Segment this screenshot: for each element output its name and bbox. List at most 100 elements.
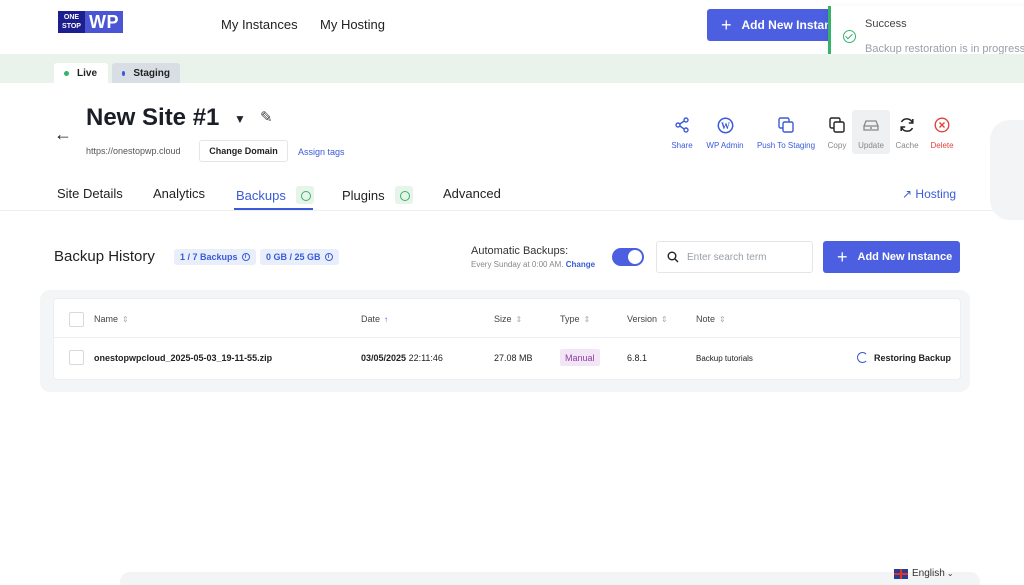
- update-label: Update: [858, 141, 884, 150]
- share-action[interactable]: Share: [670, 113, 694, 150]
- change-domain-button[interactable]: Change Domain: [199, 140, 288, 162]
- tab-site-details[interactable]: Site Details: [57, 186, 123, 201]
- column-header-type[interactable]: Type ⇕: [560, 314, 590, 324]
- delete-icon: [929, 113, 955, 137]
- plus-icon: +: [721, 15, 732, 35]
- sort-icon: ⇕: [583, 315, 591, 324]
- chevron-down-icon[interactable]: ▼: [234, 112, 246, 126]
- tab-plugins-label: Plugins: [342, 187, 385, 203]
- push-to-staging-label: Push To Staging: [756, 141, 816, 150]
- env-tab-live-label: Live: [77, 67, 98, 79]
- backup-date-day: 03/05/2025: [361, 353, 407, 363]
- push-icon: [756, 113, 816, 137]
- select-all-checkbox[interactable]: [69, 312, 84, 327]
- site-url[interactable]: https://onestopwp.cloud: [86, 146, 181, 156]
- site-title: New Site #1: [86, 104, 220, 131]
- column-date-label: Date: [361, 314, 381, 324]
- backup-type-badge: Manual: [560, 349, 600, 366]
- backup-count-label: 1 / 7 Backups: [180, 252, 238, 262]
- table-row-divider: [54, 337, 960, 338]
- automatic-backups-label: Automatic Backups:: [471, 245, 569, 257]
- restore-status: Restoring Backup: [857, 352, 951, 363]
- column-type-label: Type: [560, 314, 580, 324]
- column-header-date[interactable]: Date ↑: [361, 314, 388, 324]
- language-selector[interactable]: English ⌄: [894, 568, 954, 579]
- column-header-note[interactable]: Note ⇕: [696, 314, 726, 324]
- sort-icon: ⇕: [515, 315, 523, 324]
- add-new-instance-label: Add New Instance: [857, 251, 953, 263]
- check-circle-icon: [295, 186, 314, 204]
- schedule-text: Every Sunday at 0:00 AM.: [471, 260, 564, 269]
- copy-icon: [826, 113, 848, 137]
- side-panel-edge: [990, 120, 1024, 220]
- tab-backups[interactable]: Backups: [236, 186, 314, 204]
- language-label: English: [912, 568, 945, 579]
- sort-ascending-icon: ↑: [384, 315, 389, 324]
- column-version-label: Version: [627, 314, 658, 324]
- sort-icon: ⇕: [661, 315, 668, 324]
- uk-flag-icon: [894, 568, 908, 579]
- copy-action[interactable]: Copy: [826, 113, 848, 150]
- info-icon[interactable]: i: [324, 253, 333, 261]
- check-circle-icon: [843, 30, 856, 43]
- wp-admin-label: WP Admin: [706, 141, 744, 150]
- push-to-staging-action[interactable]: Push To Staging: [756, 113, 816, 150]
- logo-small-text: ONE STOP: [58, 11, 85, 33]
- toast-title: Success: [865, 18, 907, 30]
- automatic-backups-toggle[interactable]: [612, 248, 644, 266]
- check-circle-icon: [394, 186, 413, 204]
- staging-status-dot: [122, 70, 126, 76]
- add-new-instance-button[interactable]: + Add New Instance: [823, 241, 960, 273]
- automatic-backups-schedule: Every Sunday at 0:00 AM. Change: [471, 260, 595, 269]
- onestopwp-logo[interactable]: ONE STOP WP: [58, 11, 123, 33]
- plus-icon: +: [837, 247, 848, 267]
- row-checkbox[interactable]: [69, 350, 84, 365]
- sort-icon: ⇕: [122, 315, 129, 324]
- bottom-panel-edge: [120, 572, 980, 585]
- column-note-label: Note: [696, 314, 716, 324]
- backup-file-name: onestopwpcloud_2025-05-03_19-11-55.zip: [94, 353, 273, 363]
- tab-plugins[interactable]: Plugins: [342, 186, 413, 204]
- assign-tags-link[interactable]: Assign tags: [298, 147, 345, 157]
- nav-my-hosting[interactable]: My Hosting: [320, 17, 385, 32]
- svg-text:W: W: [721, 121, 730, 131]
- backup-date-time: 22:11:46: [408, 353, 443, 363]
- hosting-link[interactable]: ↗ Hosting: [902, 187, 956, 201]
- header-add-instance-button[interactable]: + Add New Instance: [707, 9, 847, 41]
- live-status-dot: [64, 70, 69, 76]
- search-input[interactable]: [687, 251, 807, 263]
- tab-analytics[interactable]: Analytics: [153, 186, 205, 201]
- backup-count-badge: 1 / 7 Backups i: [174, 249, 256, 265]
- backup-version: 6.8.1: [627, 353, 648, 363]
- nav-my-instances[interactable]: My Instances: [221, 17, 298, 32]
- column-size-label: Size: [494, 314, 512, 324]
- share-icon: [670, 113, 694, 137]
- update-icon: [856, 113, 886, 137]
- wordpress-icon: W: [704, 113, 746, 137]
- storage-usage-label: 0 GB / 25 GB: [266, 252, 321, 262]
- column-name-label: Name: [94, 314, 119, 324]
- change-schedule-link[interactable]: Change: [566, 260, 595, 269]
- column-header-name[interactable]: Name ⇕: [94, 314, 129, 324]
- cache-action[interactable]: Cache: [894, 113, 920, 150]
- column-header-version[interactable]: Version ⇕: [627, 314, 668, 324]
- update-action[interactable]: Update: [856, 113, 886, 150]
- share-label: Share: [671, 141, 693, 150]
- env-tab-staging-label: Staging: [133, 67, 170, 79]
- search-box[interactable]: [656, 241, 813, 273]
- env-tab-staging[interactable]: Staging: [112, 63, 180, 83]
- hosting-link-label: Hosting: [915, 187, 957, 201]
- delete-label: Delete: [930, 141, 954, 150]
- env-tab-live[interactable]: Live: [54, 63, 108, 83]
- edit-pencil-icon[interactable]: ✎: [260, 108, 273, 126]
- delete-action[interactable]: Delete: [929, 113, 955, 150]
- column-header-size[interactable]: Size ⇕: [494, 314, 522, 324]
- tab-backups-label: Backups: [236, 187, 286, 203]
- cache-label: Cache: [895, 141, 919, 150]
- back-arrow-icon[interactable]: ←: [54, 124, 72, 145]
- info-icon[interactable]: i: [241, 253, 250, 261]
- wp-admin-action[interactable]: W WP Admin: [704, 113, 746, 150]
- tab-advanced[interactable]: Advanced: [443, 186, 501, 201]
- logo-big-text: WP: [85, 11, 123, 33]
- restore-status-label: Restoring Backup: [874, 352, 952, 363]
